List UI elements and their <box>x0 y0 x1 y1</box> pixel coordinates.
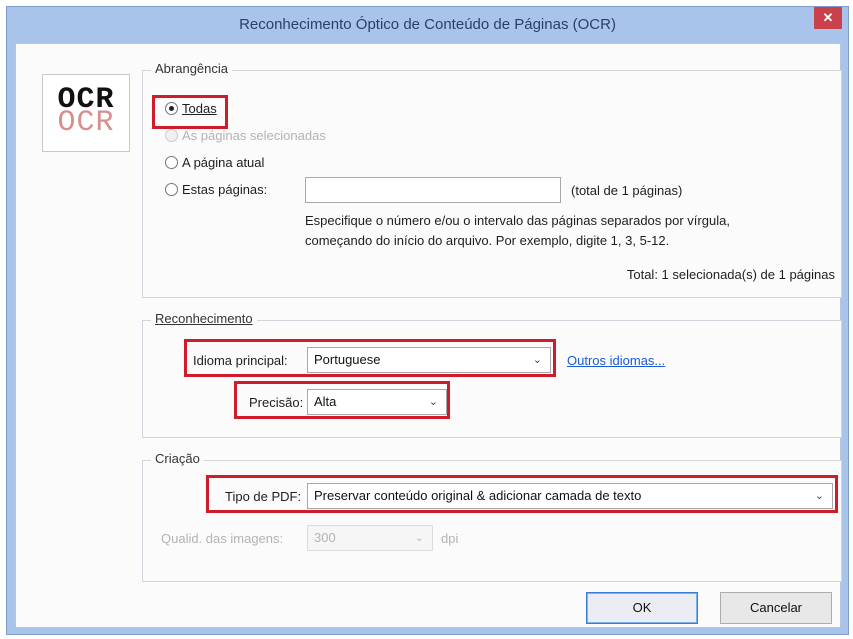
pages-help-line-1: Especifique o número e/ou o intervalo da… <box>305 213 730 228</box>
highlight-precision <box>234 381 450 419</box>
pages-help-line-2: começando do início do arquivo. Por exem… <box>305 233 670 248</box>
radio-current-page-label: A página atual <box>182 155 265 170</box>
radio-these-pages[interactable]: Estas páginas: <box>165 182 267 197</box>
image-quality-select: 300 ⌄ <box>307 525 433 551</box>
radio-icon <box>165 129 178 142</box>
pages-total-text: (total de 1 páginas) <box>571 183 683 198</box>
radio-icon <box>165 183 178 196</box>
other-languages-link[interactable]: Outros idiomas... <box>567 353 665 368</box>
radio-current-page[interactable]: A página atual <box>165 155 264 170</box>
ocr-logo: OCR OCR <box>42 74 130 152</box>
scope-group: Abrangência Todas As páginas selecionada… <box>142 61 842 298</box>
radio-these-pages-label: Estas páginas: <box>182 182 268 197</box>
recognition-group: Reconhecimento Idioma principal: Portugu… <box>142 311 842 438</box>
chevron-down-icon: ⌄ <box>414 532 424 544</box>
selection-summary: Total: 1 selecionada(s) de 1 páginas <box>626 267 835 282</box>
highlight-pdf-type <box>206 475 838 513</box>
highlight-todas <box>152 95 228 129</box>
creation-legend: Criação <box>151 451 204 466</box>
close-icon: ✕ <box>822 10 834 25</box>
ocr-logo-text: OCR <box>57 83 115 117</box>
cancel-button[interactable]: Cancelar <box>720 592 832 624</box>
scope-legend: Abrangência <box>151 61 232 76</box>
ok-button[interactable]: OK <box>586 592 698 624</box>
image-quality-label: Qualid. das imagens: <box>161 531 284 546</box>
title-bar[interactable]: Reconhecimento Óptico de Conteúdo de Pág… <box>7 7 848 43</box>
highlight-language <box>184 339 556 377</box>
radio-selected-pages: As páginas selecionadas <box>165 128 326 143</box>
image-quality-unit: dpi <box>441 531 459 546</box>
close-button[interactable]: ✕ <box>814 7 842 29</box>
dialog-title: Reconhecimento Óptico de Conteúdo de Pág… <box>239 16 616 33</box>
image-quality-value: 300 <box>314 530 336 545</box>
radio-selected-pages-label: As páginas selecionadas <box>182 128 326 143</box>
ocr-dialog: Reconhecimento Óptico de Conteúdo de Pág… <box>6 6 849 635</box>
dialog-body: OCR OCR Abrangência Todas As páginas sel… <box>15 43 842 628</box>
radio-icon <box>165 156 178 169</box>
pages-input[interactable] <box>305 177 561 203</box>
recognition-legend: Reconhecimento <box>151 311 257 326</box>
